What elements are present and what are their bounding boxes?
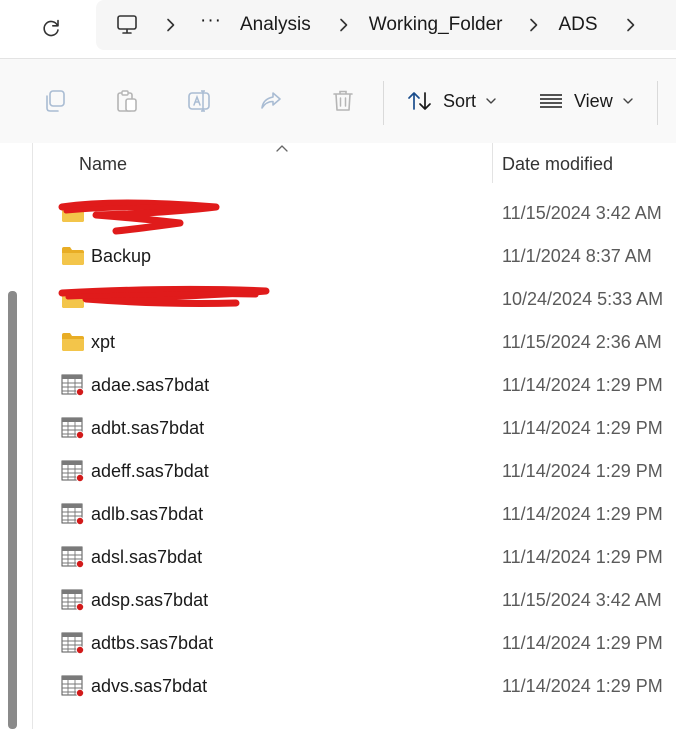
- breadcrumb-this-pc[interactable]: [116, 13, 140, 37]
- file-name: adae.sas7bdat: [91, 375, 210, 395]
- file-name: Backup: [91, 246, 152, 266]
- file-date-modified: 11/14/2024 1:29 PM: [502, 547, 663, 567]
- address-bar: ··· Analysis Working_Folder ADS: [0, 0, 676, 56]
- chevron-right-icon: [529, 18, 537, 32]
- breadcrumb-chevron[interactable]: [337, 18, 351, 32]
- file-row[interactable]: adsl.sas7bdat 11/14/2024 1:29 PM: [33, 536, 676, 579]
- file-name: adsl.sas7bdat: [91, 547, 203, 567]
- paste-button[interactable]: [113, 87, 141, 115]
- breadcrumb-chevron[interactable]: [624, 18, 638, 32]
- file-name: adlb.sas7bdat: [91, 504, 204, 524]
- sas-data-file-icon: [61, 675, 84, 697]
- refresh-button[interactable]: [36, 13, 66, 43]
- breadcrumb-chevron[interactable]: [164, 18, 178, 32]
- scrollbar-thumb[interactable]: [8, 291, 17, 729]
- file-list: Name Date modified 11/15/2024 3:42 AM Ba…: [0, 143, 676, 729]
- sort-label: Sort: [443, 90, 477, 111]
- sort-ascending-icon: [276, 145, 288, 152]
- chevron-down-icon: [623, 98, 633, 104]
- command-bar: Sort View: [0, 58, 676, 144]
- chevron-right-icon: [626, 18, 634, 32]
- file-name: xpt: [91, 332, 116, 352]
- file-date-modified: 11/14/2024 1:29 PM: [502, 504, 663, 524]
- delete-icon: [333, 90, 353, 111]
- toolbar-divider: [657, 81, 658, 125]
- refresh-icon: [43, 19, 59, 37]
- breadcrumb-chevron[interactable]: [527, 18, 541, 32]
- breadcrumb[interactable]: ··· Analysis Working_Folder ADS: [96, 0, 676, 50]
- sas-data-file-icon: [61, 632, 84, 654]
- rename-button[interactable]: [185, 87, 213, 115]
- breadcrumb-item-analysis[interactable]: Analysis: [240, 14, 311, 36]
- sort-button[interactable]: Sort: [407, 85, 497, 117]
- file-row[interactable]: advs.sas7bdat 11/14/2024 1:29 PM: [33, 665, 676, 708]
- file-name: adbt.sas7bdat: [91, 418, 205, 438]
- breadcrumb-overflow[interactable]: ···: [200, 10, 222, 32]
- delete-button[interactable]: [329, 87, 357, 115]
- sas-data-file-icon: [61, 589, 84, 611]
- file-date-modified: 11/1/2024 8:37 AM: [502, 246, 652, 266]
- file-date-modified: 11/15/2024 2:36 AM: [502, 332, 662, 352]
- file-date-modified: 11/14/2024 1:29 PM: [502, 375, 663, 395]
- sas-data-file-icon: [61, 460, 84, 482]
- folder-icon: [62, 247, 84, 265]
- view-label: View: [574, 90, 613, 111]
- column-header-date-modified[interactable]: Date modified: [502, 154, 613, 175]
- view-icon: [540, 94, 562, 108]
- file-row[interactable]: Backup 11/1/2024 8:37 AM: [33, 235, 676, 278]
- file-row[interactable]: xpt 11/15/2024 2:36 AM: [33, 321, 676, 364]
- share-icon: [261, 92, 281, 109]
- file-name: adsp.sas7bdat: [91, 590, 209, 610]
- folder-icon: [62, 333, 84, 351]
- copy-button[interactable]: [41, 87, 69, 115]
- rename-icon: [188, 90, 210, 112]
- chevron-right-icon: [339, 18, 348, 32]
- monitor-icon: [117, 15, 137, 34]
- sas-data-file-icon: [61, 374, 84, 396]
- file-date-modified: 11/14/2024 1:29 PM: [502, 633, 663, 653]
- share-button[interactable]: [257, 87, 285, 115]
- sas-data-file-icon: [61, 503, 84, 525]
- file-name: adeff.sas7bdat: [91, 461, 209, 481]
- file-date-modified: 11/14/2024 1:29 PM: [502, 676, 663, 696]
- folder-icon: [62, 204, 84, 222]
- column-header-row: Name Date modified: [33, 143, 676, 186]
- column-header-name[interactable]: Name: [79, 154, 127, 175]
- folder-icon: [62, 290, 84, 308]
- file-date-modified: 11/14/2024 1:29 PM: [502, 418, 663, 438]
- column-separator[interactable]: [492, 143, 493, 183]
- file-row[interactable]: adae.sas7bdat 11/14/2024 1:29 PM: [33, 364, 676, 407]
- sort-icon: [408, 92, 431, 110]
- file-name: adtbs.sas7bdat: [91, 633, 214, 653]
- file-row[interactable]: 10/24/2024 5:33 AM: [33, 278, 676, 321]
- chevron-right-icon: [167, 18, 175, 32]
- file-date-modified: 11/14/2024 1:29 PM: [502, 461, 663, 481]
- file-date-modified: 11/15/2024 3:42 AM: [502, 203, 662, 223]
- copy-icon: [46, 90, 65, 112]
- paste-icon: [117, 90, 137, 112]
- sas-data-file-icon: [61, 417, 84, 439]
- file-name: advs.sas7bdat: [91, 676, 208, 696]
- file-row[interactable]: 11/15/2024 3:42 AM: [33, 192, 676, 235]
- file-row[interactable]: adeff.sas7bdat 11/14/2024 1:29 PM: [33, 450, 676, 493]
- breadcrumb-item-working-folder[interactable]: Working_Folder: [369, 14, 503, 36]
- view-button[interactable]: View: [538, 85, 634, 117]
- file-row[interactable]: adbt.sas7bdat 11/14/2024 1:29 PM: [33, 407, 676, 450]
- chevron-down-icon: [486, 98, 496, 104]
- file-date-modified: 10/24/2024 5:33 AM: [502, 289, 664, 309]
- file-row[interactable]: adsp.sas7bdat 11/15/2024 3:42 AM: [33, 579, 676, 622]
- sas-data-file-icon: [61, 546, 84, 568]
- file-date-modified: 11/15/2024 3:42 AM: [502, 590, 662, 610]
- file-row[interactable]: adtbs.sas7bdat 11/14/2024 1:29 PM: [33, 622, 676, 665]
- file-row[interactable]: adlb.sas7bdat 11/14/2024 1:29 PM: [33, 493, 676, 536]
- breadcrumb-item-ads[interactable]: ADS: [559, 14, 598, 36]
- toolbar-divider: [383, 81, 384, 125]
